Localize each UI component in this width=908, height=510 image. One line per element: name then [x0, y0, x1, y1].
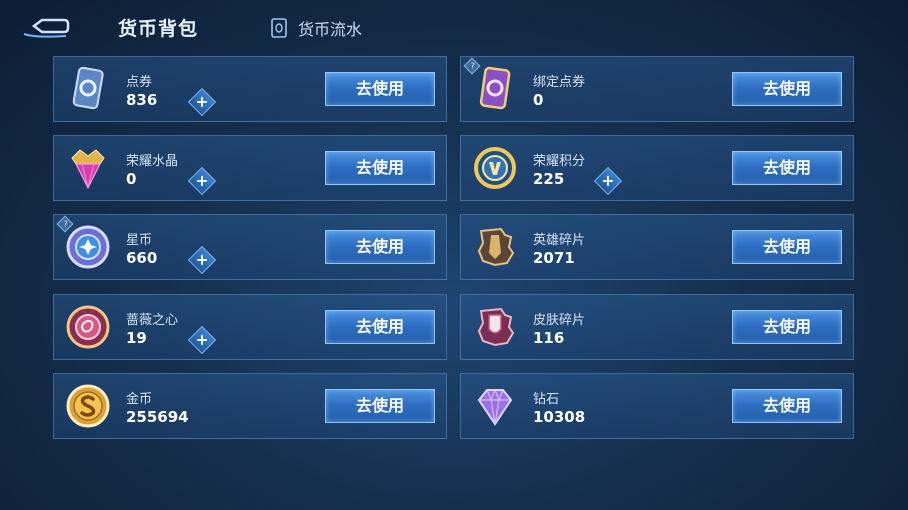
plus-icon: + [195, 250, 209, 269]
tab-currency-flow[interactable]: 货币流水 [268, 16, 362, 40]
currency-amount: 116 [533, 329, 565, 347]
rose-heart-icon [66, 305, 110, 349]
back-arrow-icon[interactable] [22, 12, 70, 40]
plus-icon: + [195, 330, 209, 349]
tab-currency-flow-label: 货币流水 [298, 20, 363, 39]
currency-card-glory-points: 荣耀积分 225 + 去使用 [460, 135, 854, 201]
currency-amount: 0 [126, 170, 137, 188]
currency-name: 荣耀积分 [533, 154, 586, 169]
use-button[interactable]: 去使用 [732, 230, 842, 264]
currency-amount: 10308 [533, 408, 586, 426]
currency-amount: 0 [533, 91, 544, 109]
use-button[interactable]: 去使用 [325, 72, 435, 106]
add-glory-crystal-button[interactable]: + [187, 166, 217, 196]
currency-name: 绑定点券 [533, 75, 586, 90]
currency-amount: 660 [126, 249, 158, 267]
bound-voucher-card-icon [479, 66, 511, 110]
currency-card-star-coin: ? 星币 660 + 去使用 [53, 214, 447, 280]
currency-amount: 2071 [533, 249, 575, 267]
currency-card-hero-fragment: 英雄碎片 2071 去使用 [460, 214, 854, 280]
tab-currency-bag[interactable]: 货币背包 [118, 14, 198, 41]
currency-name: 蔷薇之心 [126, 313, 179, 328]
plus-icon: + [195, 92, 209, 111]
currency-card-bound-voucher: ? 绑定点券 0 去使用 [460, 56, 854, 122]
currency-card-glory-crystal: 荣耀水晶 0 + 去使用 [53, 135, 447, 201]
currency-name: 钻石 [533, 392, 560, 407]
top-bar: 货币背包 货币流水 [0, 0, 908, 52]
skin-fragment-icon [477, 307, 515, 347]
add-glory-points-button[interactable]: + [593, 166, 623, 196]
star-coin-icon [66, 225, 110, 269]
add-rose-heart-button[interactable]: + [187, 325, 217, 355]
currency-card-rose-heart: 蔷薇之心 19 + 去使用 [53, 294, 447, 360]
plus-icon: + [601, 171, 615, 190]
currency-name: 荣耀水晶 [126, 154, 179, 169]
currency-card-diamond: 钻石 10308 去使用 [460, 373, 854, 439]
use-button[interactable]: 去使用 [732, 151, 842, 185]
currency-name: 星币 [126, 233, 153, 248]
glory-crystal-icon [71, 149, 105, 190]
currency-amount: 836 [126, 91, 158, 109]
gold-coin-icon [66, 384, 110, 428]
hero-fragment-icon [477, 227, 515, 267]
currency-card-skin-fragment: 皮肤碎片 116 去使用 [460, 294, 854, 360]
currency-card-gold-coin: 金币 255694 去使用 [53, 373, 447, 439]
add-voucher-button[interactable]: + [187, 87, 217, 117]
currency-name: 金币 [126, 392, 153, 407]
currency-name: 皮肤碎片 [533, 313, 586, 328]
use-button[interactable]: 去使用 [732, 310, 842, 344]
use-button[interactable]: 去使用 [325, 230, 435, 264]
add-star-coin-button[interactable]: + [187, 245, 217, 275]
currency-amount: 225 [533, 170, 565, 188]
use-button[interactable]: 去使用 [325, 310, 435, 344]
use-button[interactable]: 去使用 [732, 389, 842, 423]
currency-name: 英雄碎片 [533, 233, 586, 248]
diamond-icon [477, 388, 513, 426]
currency-amount: 19 [126, 329, 147, 347]
flow-card-icon [271, 18, 287, 38]
glory-points-icon [474, 147, 516, 189]
plus-icon: + [195, 171, 209, 190]
currency-name: 点券 [126, 75, 153, 90]
use-button[interactable]: 去使用 [325, 151, 435, 185]
currency-card-voucher: 点券 836 + 去使用 [53, 56, 447, 122]
use-button[interactable]: 去使用 [732, 72, 842, 106]
currency-amount: 255694 [126, 408, 189, 426]
use-button[interactable]: 去使用 [325, 389, 435, 423]
voucher-card-icon [72, 66, 104, 110]
